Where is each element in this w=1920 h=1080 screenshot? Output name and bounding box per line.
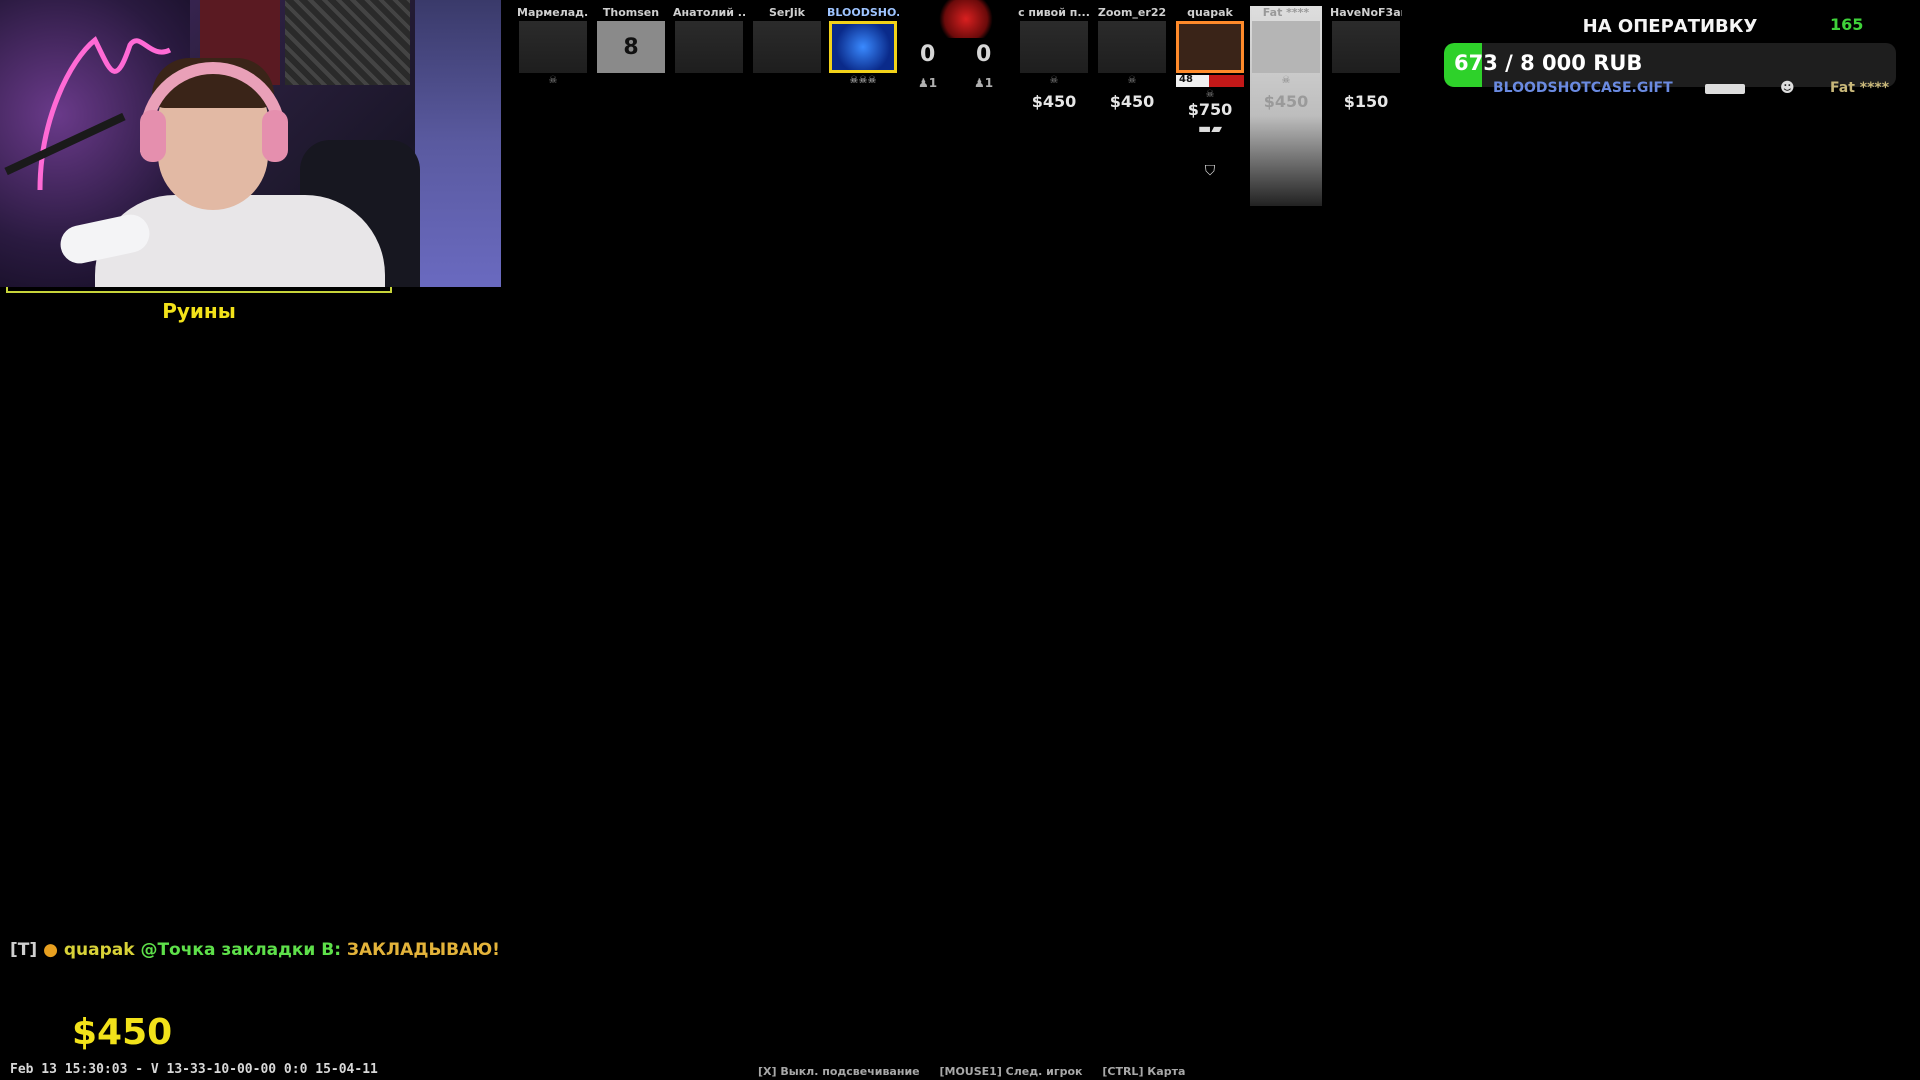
- player-name: Мармелад...: [517, 6, 589, 19]
- hint-map: [CTRL] Карта: [1102, 1065, 1186, 1078]
- player-name: BLOODSHO...: [827, 6, 899, 19]
- player-money: $750: [1187, 100, 1233, 119]
- headshot-icon: ☻: [1780, 80, 1795, 96]
- avatar-number: 8: [623, 35, 639, 60]
- armor-icon: ⛉: [1204, 163, 1216, 179]
- score-left: 0: [920, 42, 936, 67]
- player-avatar: [1332, 21, 1400, 73]
- player-color-dot-icon: ●: [43, 940, 58, 960]
- player-avatar: [829, 21, 897, 73]
- scoreboard-player[interactable]: SerJik: [751, 6, 823, 118]
- player-name: quapak: [1187, 6, 1233, 19]
- chat-location: @Точка закладки B:: [140, 940, 341, 960]
- player-name: с пивой п...: [1018, 6, 1090, 19]
- room-corner: [415, 0, 501, 287]
- killfeed-entry: BLOODSHOTCASE.GIFT ☻ Fat ****: [1490, 80, 1890, 102]
- skull-icon: ☠: [1205, 89, 1215, 100]
- skull-icon: ☠: [1127, 75, 1137, 86]
- chat-team-tag: [T]: [10, 940, 38, 960]
- scoreboard-player[interactable]: Мармелад... ☠: [517, 6, 589, 118]
- player-money-hud: $450: [72, 1012, 173, 1053]
- player-name: SerJik: [769, 6, 805, 19]
- player-money: $150: [1343, 92, 1389, 111]
- health-value: 48: [1179, 74, 1193, 85]
- webcam-feed: [0, 0, 501, 287]
- pistol-icon: ▬▰: [1198, 121, 1222, 137]
- score-right: 0: [976, 42, 992, 67]
- chat-username: quapak: [63, 940, 135, 960]
- scoreboard-player-active[interactable]: BLOODSHO... ☠☠☠: [827, 6, 899, 118]
- killfeed-victim: Fat ****: [1830, 80, 1890, 96]
- headset-ear-left: [140, 110, 166, 162]
- donation-counter: 165: [1830, 15, 1864, 34]
- skull-icon: ☠: [548, 75, 558, 86]
- chat-message: [T] ● quapak @Точка закладки B: ЗАКЛАДЫВ…: [10, 940, 500, 960]
- location-label: Руины: [162, 299, 236, 323]
- kills-skull-icon: ☠☠☠: [849, 75, 877, 86]
- hint-next-player: [MOUSE1] След. игрок: [939, 1065, 1083, 1078]
- round-score: 0 0 ♟1 ♟1: [906, 0, 1016, 100]
- donation-goal-title: НА ОПЕРАТИВКУ: [1582, 16, 1758, 37]
- scoreboard-player-selected[interactable]: quapak 48 ☠ $750 ▬▰ ⛉: [1174, 6, 1246, 179]
- player-name: HaveNoF3ar: [1330, 6, 1402, 19]
- player-avatar: [1252, 21, 1320, 73]
- player-avatar: [1176, 21, 1244, 73]
- skull-icon: ☠: [1281, 75, 1291, 86]
- skull-icon: ☠: [1049, 75, 1059, 86]
- player-name: Zoom_er22: [1097, 6, 1167, 19]
- headset-ear-right: [262, 110, 288, 162]
- scoreboard-player[interactable]: Zoom_er22 ☠ $450: [1096, 6, 1168, 118]
- player-avatar: [675, 21, 743, 73]
- player-avatar: [1020, 21, 1088, 73]
- skull-icon: [1330, 75, 1402, 86]
- hint-toggle-highlight: [X] Выкл. подсвечивание: [758, 1065, 920, 1078]
- wall-poster-plants: [285, 0, 410, 85]
- pistol-icon: [1705, 84, 1745, 94]
- player-money: $450: [1031, 92, 1077, 111]
- donation-progress-label: 673 / 8 000 RUB: [1454, 51, 1643, 75]
- spectator-hints: [X] Выкл. подсвечивание [MOUSE1] След. и…: [758, 1065, 1201, 1078]
- player-name: Анатолий ...: [673, 6, 745, 19]
- player-name: Fat ****: [1262, 6, 1310, 19]
- webcam-frame: [6, 287, 392, 293]
- alive-count-right: ♟1: [974, 76, 994, 90]
- player-avatar: [519, 21, 587, 73]
- alive-count-left: ♟1: [918, 76, 938, 90]
- player-avatar: [1098, 21, 1166, 73]
- demo-status-line: Feb 13 15:30:03 - V 13-33-10-00-00 0:0 1…: [10, 1062, 378, 1077]
- scoreboard-player[interactable]: Thomsen 8: [595, 6, 667, 118]
- player-name: Thomsen: [602, 6, 660, 19]
- scoreboard-player-spectated[interactable]: Fat **** ☠ $450: [1250, 6, 1322, 206]
- player-money: $450: [1263, 92, 1309, 111]
- scoreboard-player[interactable]: Анатолий ...: [673, 6, 745, 118]
- scoreboard-player[interactable]: с пивой п... ☠ $450: [1018, 6, 1090, 118]
- health-bar: 48: [1176, 74, 1244, 87]
- scoreboard-player[interactable]: HaveNoF3ar $150: [1330, 6, 1402, 118]
- player-avatar: [753, 21, 821, 73]
- player-avatar: 8: [597, 21, 665, 73]
- bomb-icon: [936, 0, 996, 38]
- chat-text: ЗАКЛАДЫВАЮ!: [346, 940, 500, 960]
- player-money: $450: [1109, 92, 1155, 111]
- killfeed-killer: BLOODSHOTCASE.GIFT: [1493, 80, 1673, 96]
